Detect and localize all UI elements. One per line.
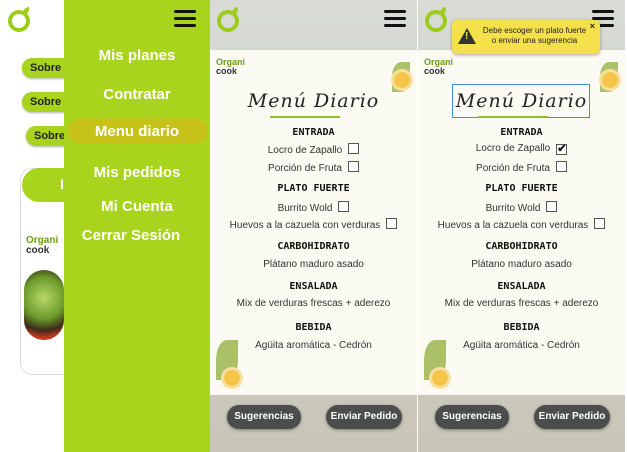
- section-ensalada: ENSALADA: [289, 281, 338, 292]
- title-underline: [478, 116, 548, 118]
- menu-item-menu-diario[interactable]: Menu diario: [64, 123, 210, 140]
- food-image: [24, 270, 64, 340]
- menu-item-cerrar-sesion[interactable]: Cerrar Sesión: [58, 227, 204, 244]
- brand-logo: Organi cook: [216, 57, 246, 76]
- screen-menu-diario-validation: Organi cook Menú Diario ENTRADA Locro de …: [418, 0, 625, 452]
- checkbox-fruta[interactable]: [347, 161, 359, 172]
- card-brand: Organi cook: [26, 235, 59, 256]
- sugerencias-button[interactable]: Sugerencias: [435, 405, 509, 429]
- section-ensalada: ENSALADA: [497, 281, 546, 292]
- warning-icon: [458, 28, 476, 44]
- item-platano: Plátano maduro asado: [471, 259, 572, 270]
- section-carbohidrato: CARBOHIDRATO: [485, 241, 558, 252]
- menu-title: Menú Diario: [455, 90, 588, 112]
- validation-tooltip: Debe escoger un plato fuerte o enviar un…: [452, 20, 600, 54]
- organicook-logo-icon: [425, 10, 447, 32]
- brand-logo: Organi cook: [424, 57, 454, 76]
- checkbox-burrito[interactable]: [546, 201, 558, 212]
- section-bebida: BEBIDA: [295, 322, 332, 333]
- checkbox-locro[interactable]: [348, 143, 360, 154]
- hamburger-menu-icon[interactable]: [384, 10, 406, 28]
- screen-menu-diario: Organi cook Menú Diario ENTRADA Locro de …: [210, 0, 417, 452]
- checkbox-huevos[interactable]: [386, 218, 398, 229]
- close-icon[interactable]: ×: [590, 21, 595, 31]
- checkbox-fruta[interactable]: [555, 161, 567, 172]
- menu-title: Menú Diario: [247, 90, 380, 112]
- tooltip-message: Debe escoger un plato fuerte o enviar un…: [482, 26, 587, 45]
- section-entrada: ENTRADA: [292, 127, 335, 138]
- item-fruta: Porción de Fruta: [418, 161, 625, 174]
- item-huevos: Huevos a la cazuela con verduras: [210, 218, 417, 231]
- side-drawer: [64, 0, 210, 452]
- enviar-pedido-button[interactable]: Enviar Pedido: [534, 405, 610, 429]
- screen-side-menu: Sobre l Sobre lo Sobre I Organi cook Mis …: [0, 0, 210, 452]
- menu-item-mi-cuenta[interactable]: Mi Cuenta: [64, 198, 210, 215]
- checkbox-locro-checked[interactable]: ✔: [556, 144, 568, 155]
- checkbox-burrito[interactable]: [338, 201, 350, 212]
- title-underline: [270, 116, 340, 118]
- item-ensalada: Mix de verduras frescas + aderezo: [444, 298, 599, 309]
- sugerencias-button[interactable]: Sugerencias: [227, 405, 301, 429]
- section-entrada: ENTRADA: [500, 127, 543, 138]
- flower-decoration: [602, 72, 618, 88]
- item-burrito: Burrito Wold: [210, 201, 417, 214]
- section-plato-fuerte: PLATO FUERTE: [277, 183, 350, 194]
- organicook-logo-icon: [217, 10, 239, 32]
- organicook-logo-icon: [8, 10, 30, 32]
- enviar-pedido-button[interactable]: Enviar Pedido: [326, 405, 402, 429]
- item-ensalada: Mix de verduras frescas + aderezo: [236, 298, 391, 309]
- hamburger-menu-icon[interactable]: [174, 10, 196, 28]
- flower-decoration: [224, 370, 240, 386]
- item-bebida: Agüita aromática - Cedrón: [255, 340, 372, 351]
- item-burrito: Burrito Wold: [418, 201, 625, 214]
- flower-decoration: [432, 370, 448, 386]
- menu-item-mis-pedidos[interactable]: Mis pedidos: [64, 164, 210, 181]
- menu-item-contratar[interactable]: Contratar: [64, 86, 210, 103]
- item-bebida: Agüita aromática - Cedrón: [463, 340, 580, 351]
- flower-decoration: [394, 72, 410, 88]
- item-huevos: Huevos a la cazuela con verduras: [418, 218, 625, 231]
- checkbox-huevos[interactable]: [594, 218, 606, 229]
- section-plato-fuerte: PLATO FUERTE: [485, 183, 558, 194]
- item-platano: Plátano maduro asado: [263, 259, 364, 270]
- item-locro: Locro de Zapallo ✔: [475, 143, 568, 155]
- menu-item-mis-planes[interactable]: Mis planes: [64, 47, 210, 64]
- item-fruta: Porción de Fruta: [210, 161, 417, 174]
- section-carbohidrato: CARBOHIDRATO: [277, 241, 350, 252]
- item-locro: Locro de Zapallo: [210, 143, 417, 156]
- section-bebida: BEBIDA: [503, 322, 540, 333]
